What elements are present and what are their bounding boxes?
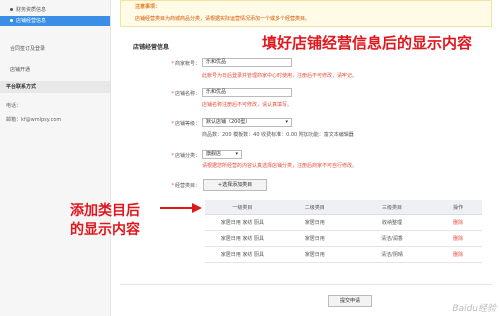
shop-category-label: *店铺分类： [171, 153, 200, 159]
contact-phone: 电话： [6, 103, 22, 109]
table-row: 家居日用 家纺 厨具 家居日用 收纳整理 删除 [205, 214, 482, 231]
sidebar-item-label: 合同签订及登录 [10, 46, 46, 52]
table-cell: 收纳整理 [349, 214, 435, 231]
shop-category-select[interactable]: 旗舰店 ▾ [202, 150, 242, 159]
shop-category-hint: 请根据您所经营的内容认真选择店铺分类，注册后商家不可自行修改。 [202, 163, 358, 169]
delete-link[interactable]: 删除 [434, 230, 482, 247]
table-cell: 家居日用 家纺 厨具 [205, 214, 280, 231]
header-cell: 二级类目 [279, 200, 350, 215]
biz-category-label: *经营类目： [171, 183, 200, 189]
section-title: 店铺经营信息 [133, 44, 170, 51]
sidebar-item-finance-qualification[interactable]: 财务资质信息 [0, 5, 110, 15]
bullet-icon [10, 19, 13, 22]
annotation-left-line1: 添加类目后 [70, 203, 140, 219]
required-mark: * [171, 121, 174, 127]
shop-name-label: *店铺名称： [171, 91, 200, 97]
table-row: 家居日用 家纺 厨具 家居日用 清洁/阴晴 删除 [205, 246, 482, 263]
submit-button[interactable]: 提交申请 [328, 295, 372, 307]
chevron-down-icon: ▾ [285, 119, 288, 125]
chevron-down-icon: ▾ [235, 151, 238, 157]
table-cell: 家居日用 [279, 214, 350, 231]
notice-title: 注意事项： [135, 4, 161, 10]
watermark: Baidu经验 [452, 304, 496, 314]
shop-name-input[interactable]: 乐和优品 [202, 88, 292, 97]
sidebar-item-label: 店铺经营信息 [16, 18, 47, 24]
notice-box: 注意事项： 店铺经营类目为商城商品分类，请根据实际运营情况添加一个或多个经营类目… [120, 0, 492, 27]
contact-heading: 平台联系方式 [0, 81, 110, 93]
table-cell: 清洁/润香 [349, 230, 435, 247]
account-hint: 此帐号为日后登录并管理商家中心时使用，注册后不可修改，请牢记。 [202, 73, 358, 79]
delete-link[interactable]: 删除 [434, 246, 482, 263]
annotation-top: 填好店铺经营信息后的显示内容 [262, 34, 473, 52]
shop-level-info: 商品数：200 模板数：40 收费标准：0.00 附加功能：富文本编辑器 [202, 132, 354, 138]
table-row: 家居日用 家纺 厨具 家居日用 清洁/润香 删除 [205, 230, 482, 247]
sidebar: 财务资质信息 店铺经营信息 合同签订及登录 店铺开通 平台联系方式 电话： 邮箱… [0, 0, 111, 316]
required-mark: * [171, 61, 174, 67]
category-table: 一级类目 二级类目 三级类目 操作 家居日用 家纺 厨具 家居日用 收纳整理 删… [205, 200, 482, 263]
sidebar-item-shop-info[interactable]: 店铺经营信息 [0, 16, 110, 26]
table-cell: 家居日用 家纺 厨具 [205, 230, 280, 247]
contact-email: 邮箱：kf@wmlpsy.com [6, 117, 62, 123]
account-label: *商家帐号： [171, 61, 200, 67]
shop-level-label: *店铺等级： [171, 121, 200, 127]
bullet-icon [10, 8, 13, 11]
header-cell: 操作 [434, 200, 482, 215]
sidebar-item-contract[interactable]: 合同签订及登录 [0, 44, 110, 54]
table-cell: 家居日用 [279, 246, 350, 263]
shop-name-hint: 店铺名称注册后不可修改，请认真填写。 [202, 102, 293, 108]
add-category-button[interactable]: +选择添加类目 [203, 179, 267, 191]
header-cell: 一级类目 [205, 200, 280, 215]
delete-link[interactable]: 删除 [434, 214, 482, 231]
sidebar-item-label: 店铺开通 [10, 67, 31, 73]
annotation-left-line2: 的显示内容 [70, 222, 140, 238]
account-input[interactable]: 乐和优品 [202, 58, 292, 67]
required-mark: * [171, 183, 174, 189]
sidebar-item-label: 财务资质信息 [16, 7, 47, 13]
table-cell: 家居日用 家纺 厨具 [205, 246, 280, 263]
header-cell: 三级类目 [349, 200, 435, 215]
divider [120, 284, 492, 285]
shop-level-select[interactable]: 默认店铺（200型） ▾ [202, 118, 292, 127]
arrow-right-icon [160, 203, 202, 213]
table-cell: 家居日用 [279, 230, 350, 247]
table-cell: 清洁/阴晴 [349, 246, 435, 263]
notice-text: 店铺经营类目为商城商品分类，请根据实际运营情况添加一个或多个经营类目。 [135, 16, 311, 22]
required-mark: * [171, 91, 174, 97]
table-header-row: 一级类目 二级类目 三级类目 操作 [205, 200, 482, 215]
required-mark: * [171, 153, 174, 159]
sidebar-item-shop-open[interactable]: 店铺开通 [0, 65, 110, 75]
